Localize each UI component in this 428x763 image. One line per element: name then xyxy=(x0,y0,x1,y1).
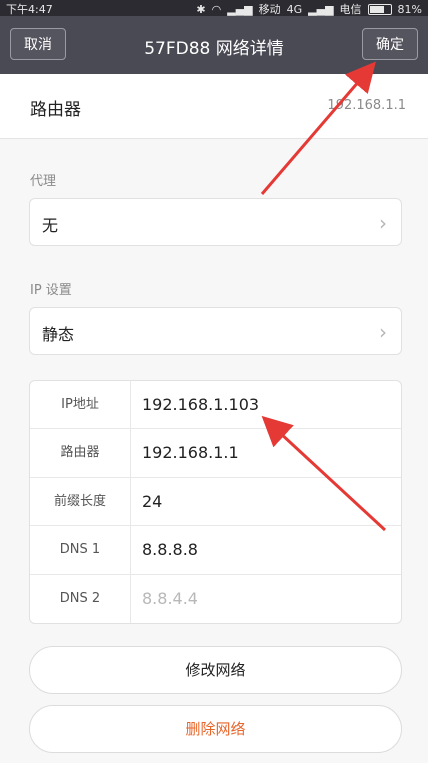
status-icons: ✱ ◠ ▂▄▆ 移动 4G ▂▄▆ 电信 81% xyxy=(196,1,422,17)
battery-icon xyxy=(367,3,392,15)
proxy-section-label: 代理 xyxy=(30,174,57,189)
proxy-value: 无 xyxy=(42,216,59,235)
status-time: 下午4:47 xyxy=(6,3,53,16)
wifi-icon: ◠ xyxy=(211,2,222,16)
ip-settings-value: 静态 xyxy=(42,325,75,344)
row-key: DNS 1 xyxy=(30,526,131,574)
network-type: 4G xyxy=(286,2,303,16)
table-row-gateway: 路由器 192.168.1.1 xyxy=(30,429,401,478)
table-row-ip-address: IP地址 192.168.1.103 xyxy=(30,381,401,430)
modify-network-button[interactable]: 修改网络 xyxy=(29,646,402,694)
row-key: DNS 2 xyxy=(30,574,131,623)
ip-settings-section-label: IP 设置 xyxy=(30,283,72,298)
prefix-length-field[interactable]: 24 xyxy=(142,478,162,526)
dns2-field[interactable]: 8.8.4.4 xyxy=(142,575,198,623)
delete-network-button[interactable]: 删除网络 xyxy=(29,705,402,753)
title-bar: 取消 57FD88 网络详情 确定 xyxy=(0,16,428,74)
gateway-field[interactable]: 192.168.1.1 xyxy=(142,429,239,477)
row-key: IP地址 xyxy=(30,381,131,429)
battery-percent: 81% xyxy=(397,2,422,16)
proxy-select[interactable]: 无 › xyxy=(29,198,402,246)
signal-icon: ▂▄▆ xyxy=(227,2,253,16)
signal-icon: ▂▄▆ xyxy=(308,2,334,16)
table-row-dns1: DNS 1 8.8.8.8 xyxy=(30,526,401,575)
ip-config-table: IP地址 192.168.1.103 路由器 192.168.1.1 前缀长度 … xyxy=(29,380,402,624)
chevron-right-icon: › xyxy=(379,320,387,344)
confirm-button[interactable]: 确定 xyxy=(362,28,418,60)
router-value: 192.168.1.1 xyxy=(327,98,406,113)
ip-settings-select[interactable]: 静态 › xyxy=(29,307,402,355)
bluetooth-icon: ✱ xyxy=(196,2,206,16)
ip-address-field[interactable]: 192.168.1.103 xyxy=(142,381,259,429)
table-row-dns2: DNS 2 8.8.4.4 xyxy=(30,574,401,623)
carrier-2: 电信 xyxy=(339,3,362,16)
router-label: 路由器 xyxy=(30,100,81,120)
row-key: 路由器 xyxy=(30,429,131,477)
router-row: 路由器 192.168.1.1 xyxy=(0,74,428,139)
status-bar: 下午4:47 ✱ ◠ ▂▄▆ 移动 4G ▂▄▆ 电信 81% xyxy=(0,0,428,16)
dns1-field[interactable]: 8.8.8.8 xyxy=(142,526,198,574)
table-row-prefix-length: 前缀长度 24 xyxy=(30,477,401,527)
row-key: 前缀长度 xyxy=(30,477,131,526)
chevron-right-icon: › xyxy=(379,211,387,235)
carrier-1: 移动 xyxy=(258,3,281,16)
